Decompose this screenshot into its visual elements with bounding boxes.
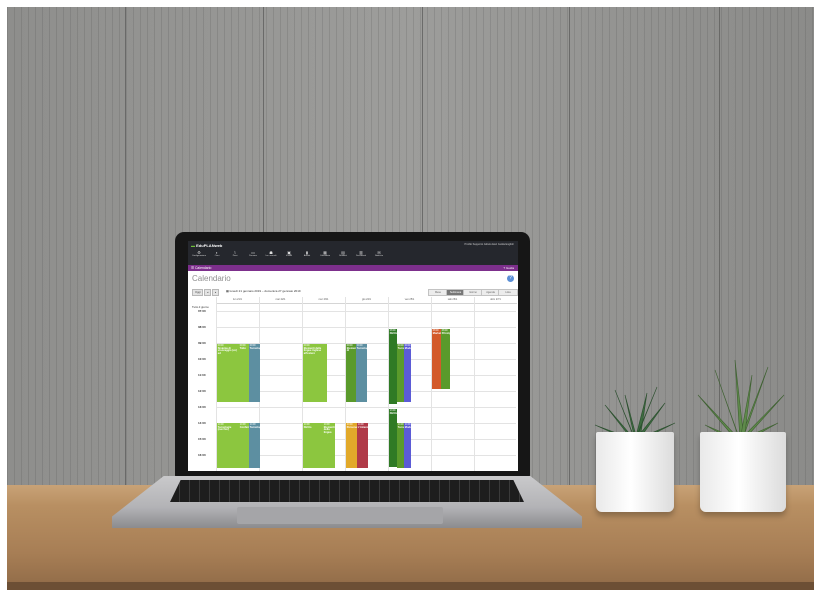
app-logo[interactable]: ▬ EduPLANweb [191,243,222,248]
flag-icon: ▬ [191,243,195,248]
day-header[interactable]: lun 21/1 [216,297,259,304]
hour-label: 15:00 [198,437,206,441]
nav-item-documenti[interactable]: ▥ Documenti [352,250,370,258]
nav-item-studenti[interactable]: ▤ Studenti [334,250,352,258]
event-title: Tecnol [397,346,404,350]
calendar-event[interactable]: 14:00Modul [404,423,411,468]
calendar-event[interactable]: 13:00Diritto [389,409,397,467]
week-calendar-grid: Tutto il giorno lun 21/1 mar 22/1 mer 23/1… [192,297,517,471]
event-title: Marketi [432,331,441,335]
nav-item-notifiche[interactable]: ✉ Notifiche [370,250,388,258]
section-bar [188,265,518,271]
nav-item-configurazione[interactable]: ⚙ Configurazione [190,250,208,258]
day-header[interactable]: ven 25/1 [388,297,431,304]
calendar-event[interactable]: 09:00 Elementi delle lingue inglese all'e… [303,344,327,402]
hour-label: 13:00 [198,405,206,409]
nav-item-persone[interactable]: ▭ Persone [244,250,262,258]
nav-item-orari[interactable]: ◐ Orari [208,250,226,258]
event-title: Elementi della lingua [323,425,335,434]
main-nav: ⚙ Configurazione ◐ Orari ⌇ Piani ▭ Persone ☗ Ins.… [190,250,388,258]
hour-label: 16:00 [198,453,206,457]
event-title: Diritto [389,331,397,335]
help-icon[interactable]: ? [507,275,514,282]
photo-frame: ▬ EduPLANweb Profilo Supporto Istituto E… [0,0,821,597]
app-header: ▬ EduPLANweb Profilo Supporto Istituto E… [188,241,518,265]
hour-label: 07:00 [198,309,206,313]
section-title: ☰ Calendario [191,265,212,270]
event-title: Modul [404,346,411,350]
nav-item-ins-alt[interactable]: ▣ Ins/Alt [280,250,298,258]
calendar-event[interactable]: 14:00Tecnologie [249,423,260,468]
laptop-keyboard [170,480,524,502]
laptop-screen: ▬ EduPLANweb Profilo Supporto Istituto E… [188,241,518,471]
flower-pot-left [596,432,674,512]
page-title: Calendario [192,274,231,283]
date-range: ▦ lunedì 21 gennaio 2019 – domenica 27 g… [226,289,301,293]
event-title: Elementi di [346,346,356,353]
next-week-button[interactable]: ▸ [212,289,220,296]
help-link[interactable]: ? Guida [503,266,514,270]
nav-item-calendario[interactable]: ▦ Calendario [316,250,334,258]
day-header[interactable]: sab 26/1 [431,297,474,304]
event-title: Princip [441,331,450,335]
calendar-event[interactable]: 14:00Tecnol [397,423,404,468]
calendar-event[interactable]: 09:00 Sistema di stoccaggio (co) ed [217,344,239,402]
day-header[interactable]: dom 27/1 [474,297,517,304]
today-button[interactable]: Oggi [192,289,204,296]
calendar-event[interactable]: 14:00 Persone [346,423,357,468]
calendar-event[interactable]: 09:00Tecnologie [249,344,260,402]
calendar-event[interactable]: 14:00 Elementi della lingua [323,423,335,468]
event-title: Tecnologie [356,346,367,350]
event-title: Tecnologie [249,425,260,429]
calendar-event[interactable]: 09:00Elementi di [346,344,356,402]
nav-item-ins-annuali[interactable]: ☗ Ins. annuali [262,250,280,258]
event-title: Elementi delle lingue inglese all'estero [303,346,322,355]
laptop-trackpad [237,507,443,524]
calendar-event[interactable]: 08:00Princip [441,329,450,389]
hour-label: 12:00 [198,389,206,393]
prev-week-button[interactable]: ◂ [204,289,212,296]
nav-item-piani[interactable]: ⌇ Piani [226,250,244,258]
hour-label: 08:00 [198,325,206,329]
event-title: Tecnologie (cerchio) [217,425,232,432]
event-title: Diritto [389,411,397,415]
nav-item-attivit-[interactable]: ▮ Attività [298,250,316,258]
event-title: Tatto [239,346,246,350]
topbar-links[interactable]: Profilo Supporto Istituto Esci Guida Eng… [465,243,514,246]
calendar-event[interactable]: 14:00L'Azienda [357,423,368,468]
event-title: Sistema di stoccaggio (co) ed [217,346,237,355]
calendar-event[interactable]: 09:00Tecnologie [356,344,367,402]
view-button-lista[interactable]: Lista [498,289,518,296]
event-title: Diritto [303,425,312,429]
day-header[interactable]: mer 23/1 [302,297,345,304]
calendar-event[interactable]: 14:00 Diritto [303,423,323,468]
day-header[interactable]: gio 24/1 [345,297,388,304]
calendar-event[interactable]: 14:00 Tecnologie (cerchio) [217,423,239,468]
hour-label: 11:00 [198,373,206,377]
calendar-event[interactable]: 08:00Diritto [389,329,397,404]
calendar-event[interactable]: 08:00Marketi [432,329,441,389]
event-title: Conferma [239,425,249,429]
calendar-event[interactable]: 14:00Conferma [239,423,249,468]
calendar-event[interactable]: 09:00Modul [404,344,411,402]
calendar-event[interactable]: 09:00Tecnol [397,344,404,402]
event-title: Tecnol [397,425,404,429]
hour-label: 14:00 [198,421,206,425]
flower-pot-right [700,432,786,512]
event-title: L'Azienda [357,425,368,429]
day-header[interactable]: mar 22/1 [259,297,302,304]
calendar-event[interactable]: 09:00 Tatto [239,344,249,402]
event-title: Persone [346,425,357,429]
hour-label: 09:00 [198,341,206,345]
hour-label: 10:00 [198,357,206,361]
event-title: Tecnologie [249,346,260,350]
event-title: Modul [404,425,411,429]
